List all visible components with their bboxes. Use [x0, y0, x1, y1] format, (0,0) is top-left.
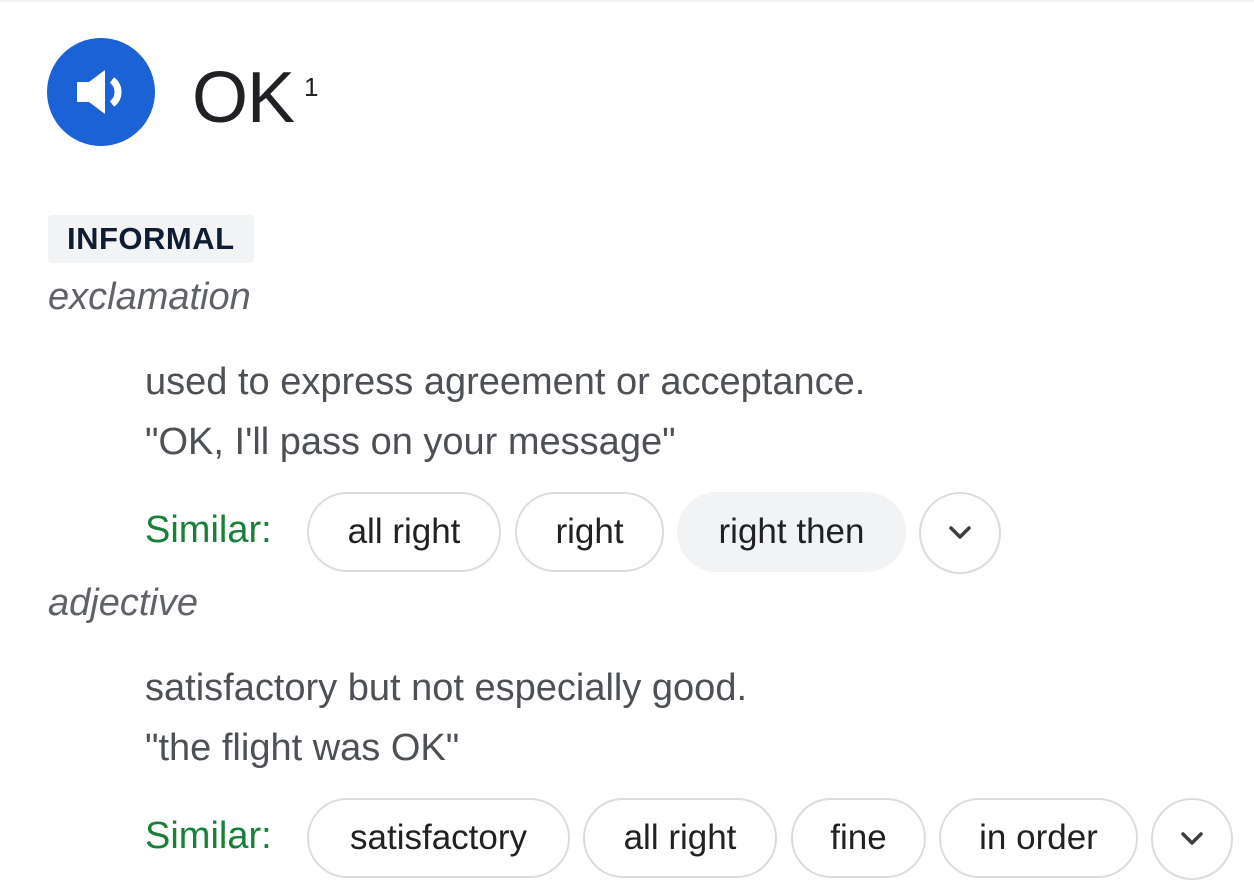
similar-chip-in-order[interactable]: in order — [939, 798, 1138, 878]
homograph-number: 1 — [304, 72, 319, 102]
expand-similar-button[interactable] — [919, 492, 1001, 574]
similar-label: Similar: — [145, 509, 272, 551]
similar-chip-right[interactable]: right — [515, 492, 664, 572]
example-text: "OK, I'll pass on your message" — [145, 421, 676, 463]
chevron-down-icon — [1177, 824, 1207, 854]
similar-chip-fine[interactable]: fine — [791, 798, 926, 878]
similar-chip-satisfactory[interactable]: satisfactory — [307, 798, 570, 878]
dictionary-card: OK 1 INFORMAL exclamation used to expres… — [0, 0, 1254, 895]
part-of-speech-exclamation: exclamation — [48, 276, 251, 318]
example-text: "the flight was OK" — [145, 727, 460, 769]
similar-chip-right-then[interactable]: right then — [677, 492, 906, 572]
speaker-icon — [69, 60, 133, 124]
register-badge: INFORMAL — [48, 215, 254, 263]
chevron-down-icon — [945, 518, 975, 548]
similar-label: Similar: — [145, 815, 272, 857]
part-of-speech-adjective: adjective — [48, 582, 198, 624]
similar-chip-all-right[interactable]: all right — [583, 798, 777, 878]
top-divider — [0, 0, 1254, 2]
definition-text: satisfactory but not especially good. — [145, 667, 748, 709]
similar-chip-all-right[interactable]: all right — [307, 492, 501, 572]
expand-similar-button[interactable] — [1151, 798, 1233, 880]
headword: OK — [192, 58, 295, 138]
pronounce-button[interactable] — [47, 38, 155, 146]
definition-text: used to express agreement or acceptance. — [145, 361, 866, 403]
